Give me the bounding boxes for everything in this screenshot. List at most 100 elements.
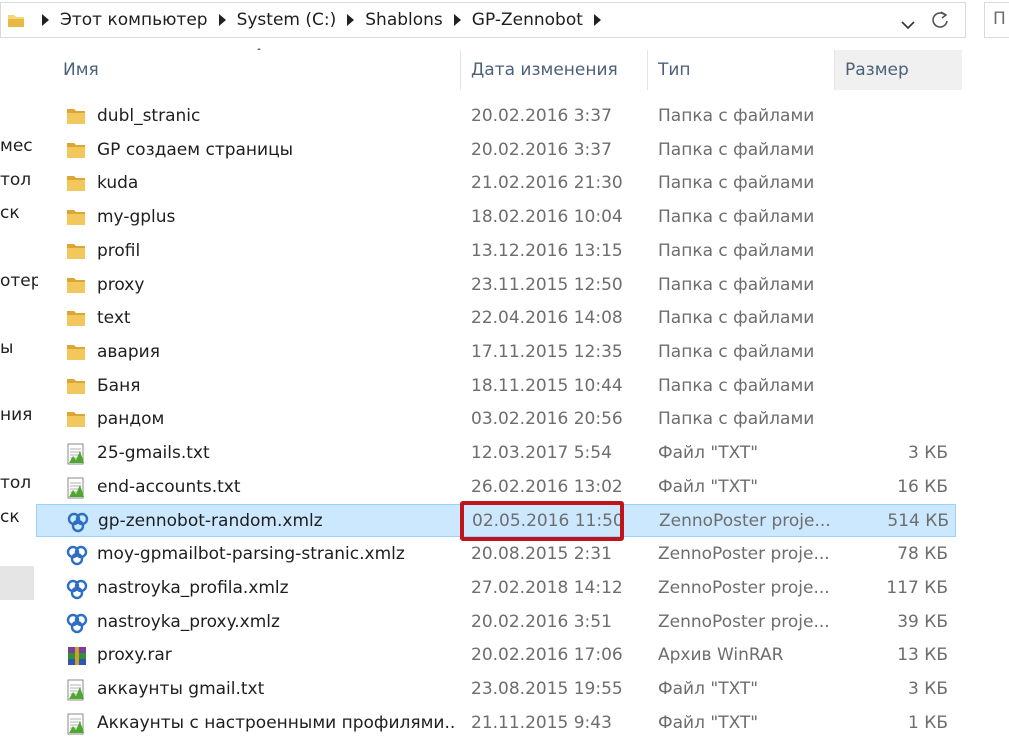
file-row[interactable]: авария 17.11.2015 12:35 Папка с файлами — [36, 336, 956, 369]
file-type: Папка с файлами — [658, 173, 815, 194]
file-name: my-gplus — [97, 207, 176, 228]
column-header-size[interactable]: Размер — [835, 50, 962, 90]
folder-icon — [66, 342, 88, 364]
file-type: ZennoPoster proje... — [659, 511, 831, 532]
nav-item[interactable]: ы — [0, 338, 13, 358]
chevron-down-icon[interactable] — [901, 15, 915, 34]
file-date: 20.02.2016 3:37 — [471, 106, 612, 126]
chevron-right-icon[interactable] — [347, 14, 355, 26]
file-type: Папка с файлами — [658, 409, 815, 430]
nav-item[interactable]: тол — [0, 473, 31, 493]
file-type: Файл "TXT" — [658, 476, 759, 497]
file-row[interactable]: nastroyka_proxy.xmlz 20.02.2016 3:51 Zenno… — [36, 606, 956, 639]
file-name: gp-zennobot-random.xmlz — [98, 511, 323, 532]
file-name: 25-gmails.txt — [97, 443, 210, 463]
file-date: 23.11.2015 12:50 — [471, 274, 623, 295]
folder-icon — [66, 106, 88, 128]
file-date: 20.02.2016 3:37 — [471, 139, 612, 160]
file-type: Папка с файлами — [658, 106, 815, 126]
file-name: text — [97, 308, 131, 329]
file-row[interactable]: proxy 23.11.2015 12:50 Папка с файлами — [36, 269, 956, 302]
file-name: рандом — [97, 409, 165, 430]
file-row[interactable]: profil 13.12.2016 13:15 Папка с файлами — [36, 235, 956, 268]
file-size: 16 КБ — [897, 476, 948, 497]
file-date: 20.02.2016 3:51 — [471, 611, 612, 632]
refresh-icon[interactable] — [929, 9, 951, 31]
file-type: Папка с файлами — [658, 207, 815, 228]
file-row[interactable]: Баня 18.11.2015 10:44 Папка с файлами — [36, 370, 956, 403]
file-type: Файл "TXT" — [658, 443, 759, 463]
nav-item[interactable]: ск — [0, 203, 20, 223]
column-header-type[interactable]: Тип — [648, 50, 835, 90]
file-row[interactable]: аккаунты gmail.txt 23.08.2015 19:55 Файл "… — [36, 673, 956, 706]
file-date: 17.11.2015 12:35 — [471, 341, 623, 362]
file-row[interactable]: nastroyka_profila.xmlz 27.02.2018 14:12 Ze… — [36, 572, 956, 605]
address-bar[interactable]: Этот компьютер System (C:) Shablons GP-Z… — [0, 2, 966, 38]
chevron-right-icon[interactable] — [42, 14, 49, 26]
file-date: 27.02.2018 14:12 — [471, 577, 623, 598]
file-type: Папка с файлами — [658, 375, 815, 396]
file-size — [836, 134, 948, 167]
file-size: 78 КБ — [897, 544, 948, 565]
file-size — [836, 167, 948, 200]
file-size: 3 КБ — [908, 678, 948, 699]
file-row[interactable]: GP создаем страницы 20.02.2016 3:37 Папка … — [36, 134, 956, 167]
file-row[interactable]: text 22.04.2016 14:08 Папка с файлами — [36, 302, 956, 335]
nav-item[interactable]: ния — [0, 405, 32, 425]
file-row[interactable]: 25-gmails.txt 12.03.2017 5:54 Файл "TXT" 3 … — [36, 437, 956, 470]
file-date: 21.02.2016 21:30 — [471, 173, 623, 194]
file-type: Папка с файлами — [658, 341, 815, 362]
column-header-date[interactable]: Дата изменения — [461, 50, 648, 90]
file-name: nastroyka_profila.xmlz — [97, 577, 289, 598]
folder-icon — [7, 11, 25, 33]
file-row[interactable]: рандом 03.02.2016 20:56 Папка с файлами — [36, 403, 956, 436]
folder-icon — [66, 376, 88, 398]
file-row[interactable]: kuda 21.02.2016 21:30 Папка с файлами — [36, 167, 956, 200]
file-name: end-accounts.txt — [97, 476, 241, 497]
file-name: proxy — [97, 274, 145, 295]
file-size: 117 КБ — [886, 577, 948, 598]
breadcrumb-item-drive[interactable]: System (C:) — [237, 10, 337, 30]
chevron-right-icon[interactable] — [218, 14, 226, 26]
file-row[interactable]: proxy.rar 20.02.2016 17:06 Архив WinRAR 13 … — [36, 639, 956, 672]
text-file-icon — [66, 443, 88, 465]
file-date: 02.05.2016 11:50 — [472, 511, 624, 532]
folder-icon — [66, 207, 88, 229]
file-type: Архив WinRAR — [658, 645, 784, 666]
file-name: Баня — [97, 375, 141, 396]
folder-icon — [66, 275, 88, 297]
column-header-name[interactable]: Имя — [53, 50, 461, 90]
breadcrumb-item-computer[interactable]: Этот компьютер — [60, 10, 208, 30]
file-row[interactable]: gp-zennobot-random.xmlz 02.05.2016 11:50 Z… — [36, 504, 956, 538]
file-size — [836, 235, 948, 268]
search-input[interactable]: П — [984, 2, 1009, 38]
file-row[interactable]: my-gplus 18.02.2016 10:04 Папка с файлами — [36, 201, 956, 234]
file-row[interactable]: dubl_stranic 20.02.2016 3:37 Папка с файла… — [36, 100, 956, 133]
nav-item[interactable]: мес — [0, 136, 33, 156]
zennoposter-icon — [66, 578, 88, 600]
file-name: moy-gpmailbot-parsing-stranic.xmlz — [97, 544, 405, 565]
file-name: GP создаем страницы — [97, 139, 294, 160]
chevron-right-icon[interactable] — [453, 14, 461, 26]
file-date: 13.12.2016 13:15 — [471, 240, 623, 261]
text-file-icon — [66, 713, 88, 735]
winrar-icon — [66, 645, 88, 667]
file-date: 20.08.2015 2:31 — [471, 544, 612, 565]
file-name: авария — [97, 341, 160, 362]
zennoposter-icon — [66, 544, 88, 566]
nav-item[interactable]: ск — [0, 507, 20, 527]
file-name: dubl_stranic — [97, 106, 201, 126]
file-type: Папка с файлами — [658, 274, 815, 295]
file-size — [836, 201, 948, 234]
file-size — [836, 336, 948, 369]
file-row[interactable]: moy-gpmailbot-parsing-stranic.xmlz 20.08.… — [36, 538, 956, 571]
nav-item[interactable]: отер — [0, 271, 38, 291]
breadcrumb-item-shablons[interactable]: Shablons — [365, 10, 443, 30]
file-size: 3 КБ — [908, 443, 948, 463]
chevron-right-icon[interactable] — [593, 14, 601, 26]
file-size: 39 КБ — [897, 611, 948, 632]
file-row[interactable]: end-accounts.txt 26.02.2016 13:02 Файл "TX… — [36, 471, 956, 504]
file-date: 22.04.2016 14:08 — [471, 308, 623, 329]
nav-item[interactable]: тол — [0, 170, 31, 190]
breadcrumb-item-gp-zennobot[interactable]: GP-Zennobot — [472, 10, 583, 30]
